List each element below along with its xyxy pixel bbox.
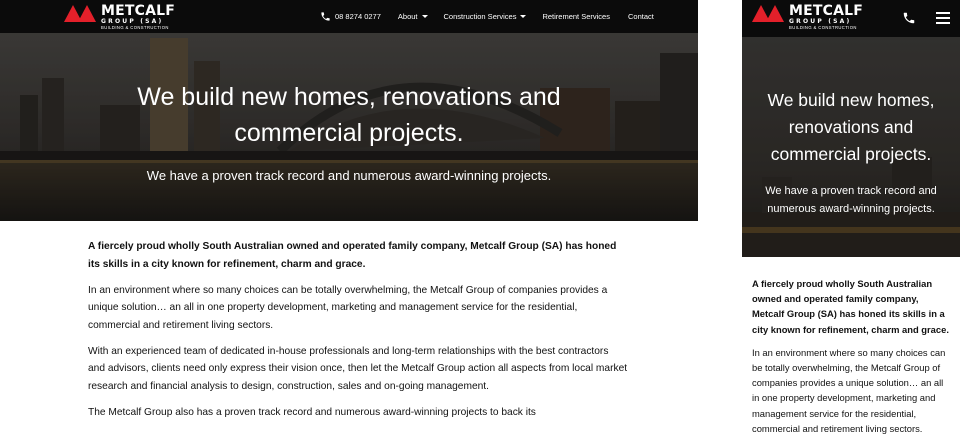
brand-name: METCALF [789, 3, 864, 19]
hero-banner: We build new homes, renovations and comm… [0, 33, 698, 221]
mobile-viewport: METCALF GROUP (SA) BUILDING & CONSTRUCTI… [742, 0, 960, 436]
hero-headline: We build new homes, renovations and comm… [767, 90, 935, 164]
site-header: METCALF GROUP (SA) BUILDING & CONSTRUCTI… [0, 0, 698, 33]
nav-item-label: Contact [627, 12, 654, 21]
hero-subline: We have a proven track record and numero… [765, 185, 937, 215]
desktop-viewport: METCALF GROUP (SA) BUILDING & CONSTRUCTI… [0, 0, 698, 436]
mobile-site-header: METCALF GROUP (SA) BUILDING & CONSTRUCTI… [742, 0, 960, 37]
phone-icon [321, 12, 330, 21]
nav-item-retirement-services[interactable]: Retirement Services [542, 12, 610, 21]
mobile-intro-content: A fiercely proud wholly South Australian… [752, 276, 952, 436]
main-navigation: 08 8274 0277 About Construction Services… [320, 0, 654, 33]
hamburger-menu-icon[interactable] [936, 12, 950, 24]
nav-item-construction-services[interactable]: Construction Services [444, 12, 527, 21]
brand-logo[interactable]: METCALF GROUP (SA) BUILDING & CONSTRUCTI… [64, 4, 175, 30]
intro-lead-paragraph: A fiercely proud wholly South Australian… [752, 278, 949, 335]
nav-item-label: Retirement Services [542, 12, 610, 21]
logo-mark-icon [64, 4, 98, 22]
phone-icon[interactable] [902, 11, 916, 25]
intro-paragraph: The Metcalf Group also has a proven trac… [88, 406, 536, 418]
intro-paragraph: In an environment where so many choices … [752, 346, 946, 434]
intro-lead-paragraph: A fiercely proud wholly South Australian… [88, 241, 617, 270]
intro-paragraph: With an experienced team of dedicated in… [88, 345, 628, 392]
phone-number: 08 8274 0277 [335, 12, 381, 21]
brand-tagline: BUILDING & CONSTRUCTION [789, 25, 857, 30]
nav-item-contact[interactable]: Contact [628, 12, 654, 21]
mobile-hero-banner: We build new homes, renovations and comm… [742, 37, 960, 257]
caret-down-icon [520, 15, 527, 18]
hero-subline: We have a proven track record and numero… [146, 168, 552, 183]
intro-content: A fiercely proud wholly South Australian… [88, 238, 628, 430]
brand-logo[interactable]: METCALF GROUP (SA) BUILDING & CONSTRUCTI… [752, 4, 863, 30]
phone-link[interactable]: 08 8274 0277 [320, 11, 381, 22]
nav-item-label: About [397, 12, 418, 21]
intro-paragraph: In an environment where so many choices … [88, 284, 608, 331]
logo-mark-icon [752, 4, 786, 22]
hero-headline: We build new homes, renovations and comm… [137, 83, 561, 147]
brand-tagline: BUILDING & CONSTRUCTION [101, 25, 169, 30]
caret-down-icon [421, 15, 428, 18]
brand-name: METCALF [101, 3, 176, 19]
nav-item-label: Construction Services [443, 12, 517, 21]
nav-item-about[interactable]: About [398, 12, 428, 21]
